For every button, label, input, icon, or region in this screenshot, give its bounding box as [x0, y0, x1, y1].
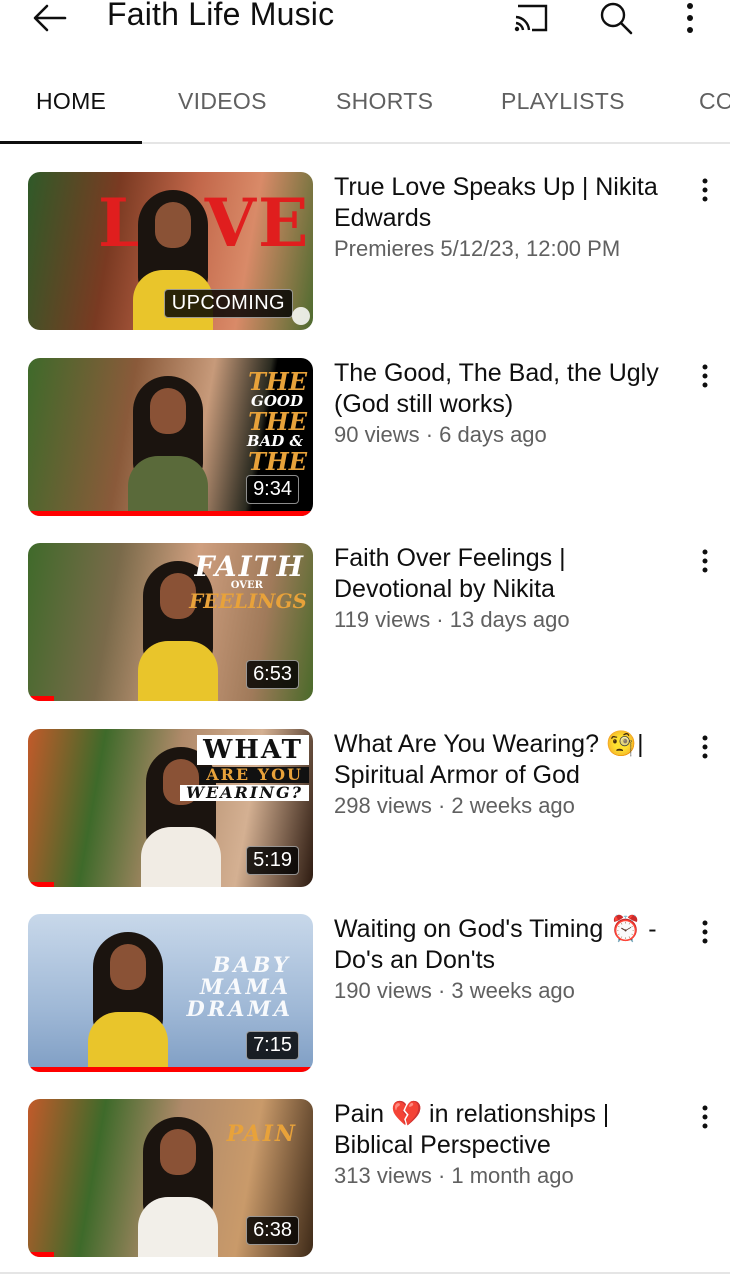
watch-progress-bar	[28, 1067, 313, 1072]
video-more-button[interactable]	[692, 362, 718, 390]
more-vert-icon	[702, 549, 708, 573]
video-metadata: 90 views · 6 days ago	[334, 422, 547, 447]
video-more-button[interactable]	[692, 1103, 718, 1131]
video-metadata: 119 views · 13 days ago	[334, 607, 570, 632]
video-metadata: 190 views · 3 weeks ago	[334, 978, 575, 1003]
video-meta: Pain 💔 in relationships | Biblical Persp…	[334, 1099, 679, 1191]
video-meta: Faith Over Feelings | Devotional by Niki…	[334, 543, 679, 635]
thumbnail-caption: FEELINGS	[189, 589, 307, 613]
active-tab-indicator	[0, 141, 142, 144]
cast-icon	[514, 4, 548, 32]
video-item[interactable]: LOVE UPCOMING True Love Speaks Up | Niki…	[0, 172, 730, 332]
thumbnail-person	[83, 922, 173, 1072]
more-vert-icon	[687, 3, 693, 33]
thumbnail-caption: MAMA	[199, 974, 291, 999]
thumbnail-caption: THE	[248, 367, 307, 396]
tab-community[interactable]: CO	[699, 88, 730, 115]
video-more-button[interactable]	[692, 176, 718, 204]
thumbnail-person	[133, 1107, 223, 1257]
thumbnail-caption: ARE YOU	[200, 767, 309, 783]
video-item[interactable]: WHAT ARE YOU WEARING? 5:19 What Are You …	[0, 729, 730, 889]
tab-shorts[interactable]: SHORTS	[336, 88, 433, 115]
video-title[interactable]: What Are You Wearing? 🧐| Spiritual Armor…	[334, 729, 679, 791]
video-thumbnail[interactable]: FAITH OVER FEELINGS 6:53	[28, 543, 313, 701]
tab-videos[interactable]: VIDEOS	[178, 88, 267, 115]
video-item[interactable]: PAIN 6:38 Pain 💔 in relationships | Bibl…	[0, 1099, 730, 1259]
video-duration: 9:34	[246, 475, 299, 504]
back-button[interactable]	[26, 0, 74, 36]
app-bar: Faith Life Music	[0, 0, 730, 60]
watch-progress-bar	[28, 511, 313, 516]
video-title[interactable]: Waiting on God's Timing ⏰ -Do's an Don't…	[334, 914, 679, 976]
cast-button[interactable]	[509, 0, 553, 36]
arrow-left-icon	[33, 4, 67, 32]
video-meta: The Good, The Bad, the Ugly (God still w…	[334, 358, 679, 450]
more-vert-icon	[702, 364, 708, 388]
video-thumbnail[interactable]: BABY MAMA DRAMA 7:15	[28, 914, 313, 1072]
thumbnail-caption: WHAT	[197, 735, 309, 765]
video-item[interactable]: BABY MAMA DRAMA 7:15 Waiting on God's Ti…	[0, 914, 730, 1074]
video-thumbnail[interactable]: THE GOOD THE BAD & THE 9:34	[28, 358, 313, 516]
thumbnail-caption: WEARING?	[179, 785, 309, 801]
watch-progress-bar	[28, 696, 54, 701]
thumbnail-caption: THE	[248, 407, 307, 436]
search-icon	[600, 2, 633, 35]
thumbnail-person	[123, 366, 213, 516]
thumbnail-caption: FAITH	[194, 550, 305, 583]
thumbnail-caption: PAIN	[226, 1121, 297, 1147]
more-vert-icon	[702, 920, 708, 944]
channel-title: Faith Life Music	[107, 0, 335, 32]
list-bottom-divider	[0, 1272, 730, 1274]
more-vert-icon	[702, 178, 708, 202]
video-thumbnail[interactable]: PAIN 6:38	[28, 1099, 313, 1257]
video-thumbnail[interactable]: LOVE UPCOMING	[28, 172, 313, 330]
video-item[interactable]: FAITH OVER FEELINGS 6:53 Faith Over Feel…	[0, 543, 730, 703]
search-button[interactable]	[594, 0, 638, 36]
thumbnail-caption: THE	[248, 447, 307, 476]
video-title[interactable]: True Love Speaks Up | Nikita Edwards	[334, 172, 679, 234]
video-more-button[interactable]	[692, 547, 718, 575]
thumbnail-caption: DRAMA	[186, 996, 293, 1021]
video-more-button[interactable]	[692, 918, 718, 946]
more-vert-icon	[702, 1105, 708, 1129]
video-metadata: 298 views · 2 weeks ago	[334, 793, 575, 818]
channel-tabs: HOME VIDEOS SHORTS PLAYLISTS CO	[0, 60, 730, 144]
upcoming-badge: UPCOMING	[163, 289, 293, 318]
channel-watermark	[292, 307, 310, 325]
video-title[interactable]: Faith Over Feelings | Devotional by Niki…	[334, 543, 679, 605]
video-duration: 6:53	[246, 660, 299, 689]
watch-progress-bar	[28, 882, 54, 887]
video-duration: 6:38	[246, 1216, 299, 1245]
video-thumbnail[interactable]: WHAT ARE YOU WEARING? 5:19	[28, 729, 313, 887]
video-title[interactable]: The Good, The Bad, the Ugly (God still w…	[334, 358, 679, 420]
video-metadata: Premieres 5/12/23, 12:00 PM	[334, 236, 621, 261]
more-options-button[interactable]	[668, 0, 712, 36]
video-meta: Waiting on God's Timing ⏰ -Do's an Don't…	[334, 914, 679, 1006]
video-more-button[interactable]	[692, 733, 718, 761]
tab-playlists[interactable]: PLAYLISTS	[501, 88, 625, 115]
tab-home[interactable]: HOME	[36, 88, 106, 115]
video-meta: What Are You Wearing? 🧐| Spiritual Armor…	[334, 729, 679, 821]
thumbnail-caption: BABY	[212, 952, 291, 977]
video-duration: 7:15	[246, 1031, 299, 1060]
video-duration: 5:19	[246, 846, 299, 875]
video-title[interactable]: Pain 💔 in relationships | Biblical Persp…	[334, 1099, 679, 1161]
video-item[interactable]: THE GOOD THE BAD & THE 9:34 The Good, Th…	[0, 358, 730, 518]
video-metadata: 313 views · 1 month ago	[334, 1163, 574, 1188]
more-vert-icon	[702, 735, 708, 759]
watch-progress-bar	[28, 1252, 54, 1257]
video-meta: True Love Speaks Up | Nikita Edwards Pre…	[334, 172, 679, 264]
